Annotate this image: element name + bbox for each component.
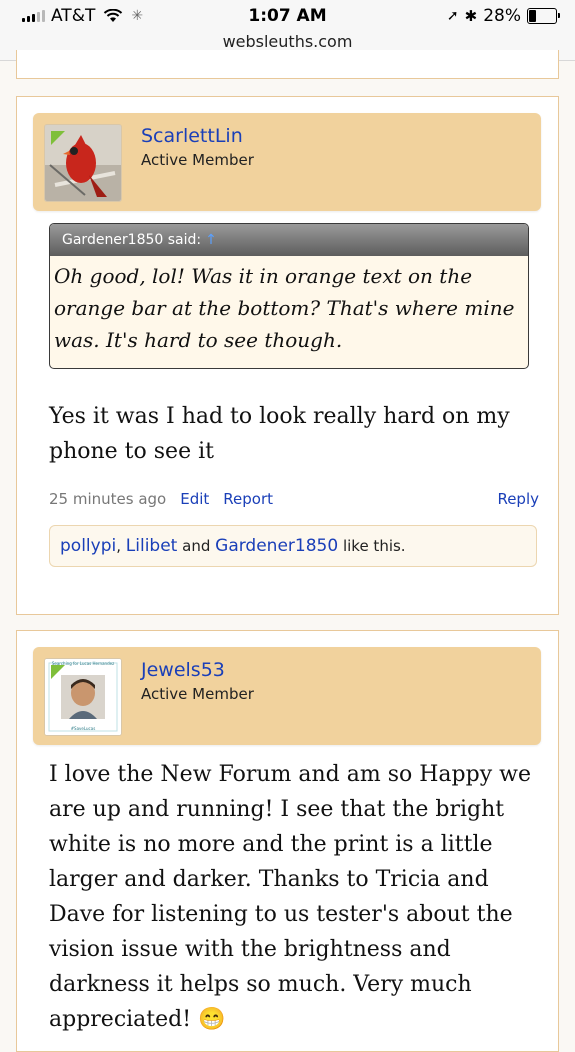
post-card: Searching for Lucas Hernandez #SaveLucas… — [16, 630, 559, 1052]
likes-separator: , — [116, 537, 121, 555]
post-message: Yes it was I had to look really hard on … — [49, 404, 510, 464]
report-link[interactable]: Report — [223, 490, 273, 508]
battery-icon — [527, 8, 560, 24]
user-info-bar: Searching for Lucas Hernandez #SaveLucas… — [33, 647, 541, 745]
online-indicator-icon — [51, 665, 65, 679]
avatar[interactable]: Searching for Lucas Hernandez #SaveLucas — [44, 658, 122, 736]
avatar[interactable] — [44, 124, 122, 202]
location-arrow-icon: ➚ — [446, 8, 459, 24]
like-user-link[interactable]: Lilibet — [126, 536, 178, 556]
like-user-link[interactable]: pollypi — [60, 536, 116, 556]
username-link[interactable]: Jewels53 — [141, 659, 225, 681]
quote-text: Oh good, lol! Was it in orange text on t… — [54, 264, 515, 352]
quote-author[interactable]: Gardener1850 said: — [62, 232, 201, 248]
reply-link[interactable]: Reply — [497, 490, 539, 508]
likes-and: and — [182, 537, 211, 555]
post-message: I love the New Forum and am so Happy we … — [49, 762, 531, 1032]
jump-to-quote-icon[interactable]: ↑ — [205, 232, 217, 248]
post-card: ScarlettLin Active Member Gardener1850 s… — [16, 96, 559, 615]
previous-post-card — [16, 50, 559, 79]
post-meta: 25 minutes ago Edit Report Reply — [49, 490, 539, 508]
user-info-bar: ScarlettLin Active Member — [33, 113, 541, 211]
url-bar[interactable]: websleuths.com — [0, 32, 575, 51]
user-title: Active Member — [141, 685, 254, 703]
edit-link[interactable]: Edit — [180, 490, 209, 508]
post-time[interactable]: 25 minutes ago — [49, 490, 166, 508]
bluetooth-icon: ✱ — [464, 7, 478, 25]
avatar-caption-bottom: #SaveLucas — [70, 726, 96, 731]
quote-block: Gardener1850 said: ↑ Oh good, lol! Was it… — [49, 223, 529, 369]
like-user-link[interactable]: Gardener1850 — [215, 536, 338, 556]
online-indicator-icon — [51, 131, 65, 145]
likes-suffix: like this. — [342, 537, 406, 555]
likes-bar: pollypi, Lilibet and Gardener1850 like t… — [49, 525, 537, 567]
battery-fill — [529, 10, 537, 22]
status-right: ➚ ✱ 28% — [446, 6, 560, 26]
user-title: Active Member — [141, 151, 254, 169]
quote-header: Gardener1850 said: ↑ — [50, 224, 528, 256]
battery-percent: 28% — [483, 6, 521, 26]
username-link[interactable]: ScarlettLin — [141, 125, 243, 147]
